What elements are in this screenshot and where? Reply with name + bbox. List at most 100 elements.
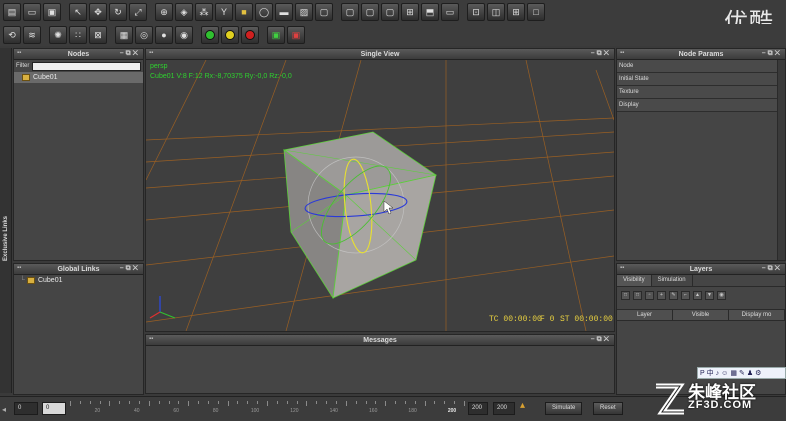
save-green-icon[interactable]: ▣	[267, 26, 285, 44]
timeline-tick	[385, 401, 387, 406]
col-layer[interactable]: Layer	[617, 310, 673, 320]
link-icon[interactable]: ⟲	[3, 26, 21, 44]
param-row-texture[interactable]: Texture	[617, 86, 777, 99]
fluid-icon[interactable]: ≋	[23, 26, 41, 44]
tab-simulation[interactable]: Simulation	[652, 275, 693, 286]
save-icon[interactable]: ▣	[43, 3, 61, 21]
frame-readout: F 0	[540, 315, 555, 324]
3d-viewport[interactable]: persp Cube01 V:8 F:12 Rx:-8,70375 Ry:-0,…	[146, 60, 614, 331]
messages-panel: ▪▪ Messages –⧉✕	[145, 334, 615, 394]
params-scrollbar[interactable]	[777, 60, 785, 260]
single-view-icon[interactable]: □	[527, 3, 545, 21]
filter-row: Filter	[14, 60, 143, 72]
node-params-panel: ▪▪ Node Params –⧉✕ Node Initial State Te…	[616, 48, 786, 261]
timeline-end-field[interactable]: 200	[468, 402, 488, 415]
image-icon[interactable]: ▨	[295, 3, 313, 21]
param-row-display[interactable]: Display	[617, 99, 777, 112]
panel-menu-icon[interactable]: ▪▪	[149, 50, 153, 56]
global-link-item-cube01[interactable]: └ Cube01	[14, 275, 143, 286]
timeline-ruler[interactable]: 20 40 60 80 100 120 140 160 180 200	[70, 401, 465, 418]
grid-node-icon[interactable]: ▦	[115, 26, 133, 44]
panel-menu-icon[interactable]: ▪▪	[17, 50, 21, 56]
move-icon[interactable]: ✥	[89, 3, 107, 21]
panel-window-controls[interactable]: –⧉✕	[591, 336, 611, 344]
ime-toolbar-icon: ✎	[738, 370, 745, 377]
frame-alt-icon[interactable]: ▢	[361, 3, 379, 21]
timeline-end-field-2[interactable]: 200	[493, 402, 515, 415]
param-row-initial-state[interactable]: Initial State	[617, 73, 777, 86]
layer-new-icon[interactable]: □	[621, 290, 630, 300]
timeline-menu-icon[interactable]: ◂	[2, 405, 6, 414]
cube-node-icon	[26, 277, 35, 284]
simulate-button[interactable]: Simulate	[545, 402, 583, 415]
reset-button[interactable]: Reset	[593, 402, 623, 415]
layer-edit-icon[interactable]: ✎	[669, 290, 678, 300]
rotate-icon[interactable]: ↻	[109, 3, 127, 21]
scale-icon[interactable]: ⤢	[129, 3, 147, 21]
panel-window-controls[interactable]: –⧉✕	[120, 50, 140, 58]
play-green-icon[interactable]	[201, 26, 219, 44]
layer-down-icon[interactable]: ▼	[705, 290, 714, 300]
filter-input[interactable]	[32, 61, 141, 71]
timeline-start-field[interactable]: 0	[14, 402, 38, 415]
messages-header: ▪▪ Messages –⧉✕	[146, 335, 614, 346]
window-icon[interactable]: ▭	[441, 3, 459, 21]
layer-delete-icon[interactable]: ▫	[645, 290, 654, 300]
sphere-icon[interactable]: ●	[155, 26, 173, 44]
timeline-tick	[198, 401, 200, 404]
open-icon[interactable]: ▭	[23, 3, 41, 21]
panel-menu-icon[interactable]: ▪▪	[620, 265, 624, 271]
collider-icon[interactable]: ⊠	[89, 26, 107, 44]
particles-icon[interactable]: ∷	[69, 26, 87, 44]
emitter-icon[interactable]: ✺	[49, 26, 67, 44]
frame-shift-icon[interactable]: ▢	[381, 3, 399, 21]
cube3d-icon[interactable]: ⬒	[421, 3, 439, 21]
quad-view-icon[interactable]: ⊞	[507, 3, 525, 21]
gold-cube-icon[interactable]: ■	[235, 3, 253, 21]
exclusive-links-strip[interactable]: Exclusive Links	[0, 48, 12, 393]
save-red-icon[interactable]: ▣	[287, 26, 305, 44]
cube-icon[interactable]: ◈	[175, 3, 193, 21]
simulation-toolbar: ⟲ ≋ ✺ ∷ ⊠ ▦ ◎ ● ◉ ▣ ▣	[0, 24, 786, 46]
new-scene-icon[interactable]: ▤	[3, 3, 21, 21]
col-visible[interactable]: Visible	[673, 310, 729, 320]
swirl-icon[interactable]: ◎	[135, 26, 153, 44]
pause-yellow-icon[interactable]	[221, 26, 239, 44]
param-row-node[interactable]: Node	[617, 60, 777, 73]
layer-eye-icon[interactable]: ◉	[717, 290, 726, 300]
frame-add-icon[interactable]: ▢	[341, 3, 359, 21]
node-item-cube01[interactable]: Cube01	[14, 72, 143, 83]
timeline-tick-label: 100	[250, 408, 260, 414]
select-icon[interactable]: ↖	[69, 3, 87, 21]
pause-yellow-dot	[225, 30, 235, 40]
timeline-tick-label: 140	[329, 408, 338, 414]
tab-visibility[interactable]: Visibility	[617, 275, 652, 286]
layer-link-icon[interactable]: ⌐	[681, 290, 690, 300]
panel-window-controls[interactable]: –⧉✕	[762, 265, 782, 273]
camera-icon[interactable]: ▬	[275, 3, 293, 21]
pan-icon[interactable]: ⊞	[401, 3, 419, 21]
frame-icon[interactable]: ▢	[315, 3, 333, 21]
stop-red-icon[interactable]	[241, 26, 259, 44]
timeline-marker-icon[interactable]: ▴	[520, 400, 525, 411]
panel-window-controls[interactable]: –⧉✕	[762, 50, 782, 58]
sim-icon[interactable]: ◉	[175, 26, 193, 44]
layer-copy-icon[interactable]: □	[633, 290, 642, 300]
dual-view-icon[interactable]: ◫	[487, 3, 505, 21]
add-node-icon[interactable]: ⊕	[155, 3, 173, 21]
timeline-tick	[404, 401, 406, 404]
panel-menu-icon[interactable]: ▪▪	[149, 336, 153, 342]
panel-menu-icon[interactable]: ▪▪	[620, 50, 624, 56]
panel-menu-icon[interactable]: ▪▪	[17, 265, 21, 271]
timeline-tick	[414, 401, 416, 404]
panel-window-controls[interactable]: –⧉✕	[591, 50, 611, 58]
timeline-current-field[interactable]: 0	[42, 402, 66, 415]
torus-icon[interactable]: ◯	[255, 3, 273, 21]
col-display-mode[interactable]: Display mo	[729, 310, 785, 320]
layer-up-icon[interactable]: ▲	[693, 290, 702, 300]
panel-window-controls[interactable]: –⧉✕	[120, 265, 140, 273]
layer-add-icon[interactable]: +	[657, 290, 666, 300]
fit-icon[interactable]: ⊡	[467, 3, 485, 21]
branch-icon[interactable]: Y	[215, 3, 233, 21]
molecule-icon[interactable]: ⁂	[195, 3, 213, 21]
